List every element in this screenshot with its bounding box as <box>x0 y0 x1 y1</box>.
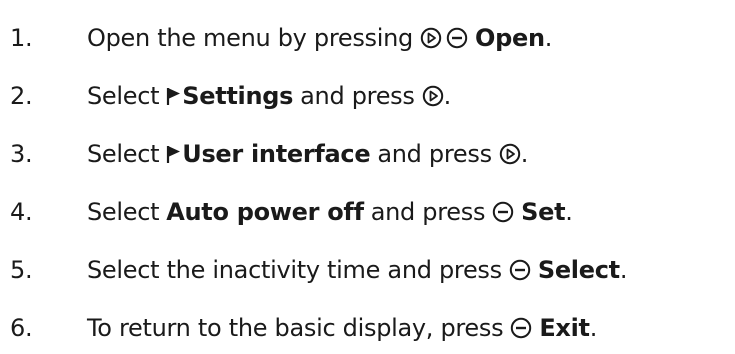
play-circle-icon <box>422 85 444 107</box>
play-circle-icon <box>499 143 521 165</box>
softkey-label-open: Open <box>474 24 545 52</box>
menu-item-user-interface: User interface <box>182 140 371 168</box>
step-2: 2. Select Settings and press . <box>0 71 735 121</box>
softkey-label-select: Select <box>537 256 620 284</box>
step-text-part: . <box>589 314 598 342</box>
menu-arrow-icon <box>166 85 182 107</box>
step-text-part: . <box>443 82 452 110</box>
step-text-part: . <box>619 256 628 284</box>
step-text-part: Select <box>87 140 160 168</box>
step-text: Open the menu by pressing Open . <box>87 24 552 52</box>
minus-circle-icon <box>446 27 468 49</box>
step-number: 5. <box>10 256 33 284</box>
step-text-part: and press <box>300 82 415 110</box>
step-text: Select User interface and press . <box>87 140 528 168</box>
menu-item-settings: Settings <box>182 82 294 110</box>
step-text-part: Select <box>87 82 160 110</box>
step-text: Select Settings and press . <box>87 82 451 110</box>
step-text-part: and press <box>377 140 492 168</box>
step-text: Select the inactivity time and press Sel… <box>87 256 627 284</box>
step-text-part: . <box>544 24 553 52</box>
step-text-part: Select <box>87 198 160 226</box>
step-1: 1. Open the menu by pressing Open . <box>0 13 735 63</box>
step-text-part: Open the menu by pressing <box>87 24 413 52</box>
step-text-part: and press <box>370 198 486 226</box>
step-6: 6. To return to the basic display, press… <box>0 303 735 353</box>
minus-circle-icon <box>509 259 531 281</box>
step-text-part: . <box>520 140 529 168</box>
step-4: 4. Select Auto power off and press Set . <box>0 187 735 237</box>
step-number: 1. <box>10 24 33 52</box>
softkey-label-set: Set <box>521 198 566 226</box>
step-number: 6. <box>10 314 33 342</box>
step-text: Select Auto power off and press Set . <box>87 198 573 226</box>
step-text-part: . <box>565 198 573 226</box>
step-text-part: Select the inactivity time and press <box>87 256 502 284</box>
menu-arrow-icon <box>166 143 182 165</box>
step-number: 2. <box>10 82 33 110</box>
softkey-label-exit: Exit <box>539 314 590 342</box>
menu-item-auto-power-off: Auto power off <box>166 198 364 226</box>
step-text: To return to the basic display, press Ex… <box>87 314 597 342</box>
step-number: 4. <box>10 198 33 226</box>
step-5: 5. Select the inactivity time and press … <box>0 245 735 295</box>
step-3: 3. Select User interface and press . <box>0 129 735 179</box>
minus-circle-icon <box>510 317 532 339</box>
step-text-part: To return to the basic display, press <box>87 314 504 342</box>
minus-circle-icon <box>492 201 514 223</box>
play-circle-icon <box>420 27 442 49</box>
step-number: 3. <box>10 140 33 168</box>
